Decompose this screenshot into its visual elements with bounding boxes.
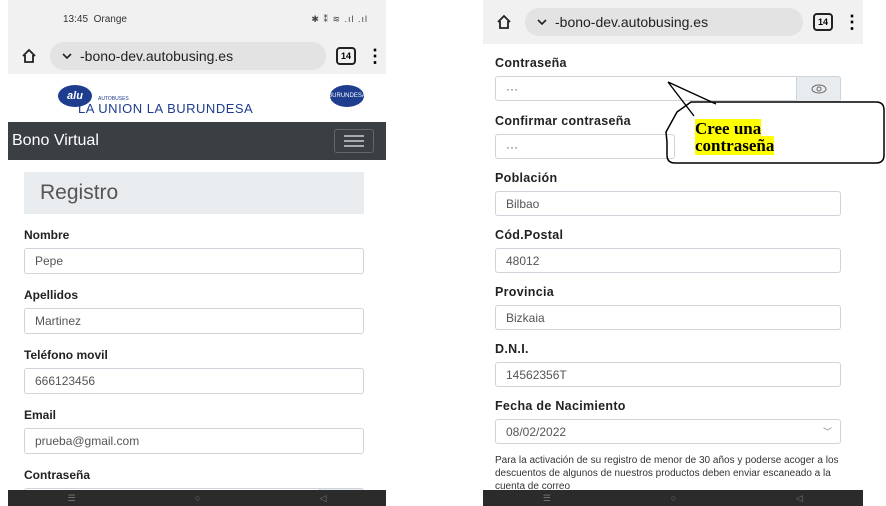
provincia-input[interactable]: Bizkaia (495, 305, 841, 330)
birthdate-select[interactable]: 08/02/2022 ﹀ (495, 419, 841, 444)
android-nav-bar: ☰ ○ ◁ (483, 490, 863, 506)
back-icon[interactable]: ◁ (319, 493, 326, 504)
url-text: -bono-dev.autobusing.es (80, 48, 234, 64)
birthdate-value: 08/02/2022 (506, 424, 567, 439)
hamburger-menu-icon[interactable] (334, 129, 374, 153)
field-label: D.N.I. (495, 342, 529, 356)
chevron-down-icon: ﹀ (822, 427, 832, 437)
field-label: Población (495, 171, 558, 185)
password-input[interactable]: ··· (495, 76, 797, 101)
confirm-password-input[interactable]: ··· (495, 134, 675, 159)
url-text: -bono-dev.autobusing.es (555, 14, 709, 30)
field-telefono: Teléfono movil 666123456 (24, 348, 364, 394)
status-carrier: Orange (93, 13, 127, 25)
status-time: 13:45 (63, 13, 89, 25)
field-label: Contraseña (24, 468, 91, 482)
field-birthdate: Fecha de Nacimiento 08/02/2022 ﹀ (495, 399, 841, 444)
recent-apps-icon[interactable]: ☰ (68, 493, 76, 504)
field-poblacion: Población Bilbao (495, 171, 841, 216)
field-nombre: Nombre Pepe (24, 228, 364, 274)
android-nav-bar: ☰ ○ ◁ (8, 490, 386, 506)
field-label: Fecha de Nacimiento (495, 399, 626, 413)
callout-text: Cree una contraseña (695, 119, 775, 155)
field-label: Cód.Postal (495, 228, 564, 242)
brand-header: alu AUTOBUSES LA UNION LA BURUNDESA BURU… (8, 74, 386, 122)
back-icon[interactable]: ◁ (796, 493, 803, 504)
field-dni: D.N.I. 14562356T (495, 342, 841, 387)
status-icons: ✱ ⁑ ≋ .ıl .ıl (311, 13, 368, 24)
recent-apps-icon[interactable]: ☰ (543, 493, 551, 504)
field-label: Apellidos (24, 288, 79, 302)
telefono-input[interactable]: 666123456 (24, 368, 364, 394)
dni-input[interactable]: 14562356T (495, 362, 841, 387)
site-navbar: Bono Virtual (8, 122, 386, 160)
url-field[interactable]: -bono-dev.autobusing.es (50, 42, 326, 70)
home-button-icon[interactable]: ○ (195, 493, 200, 503)
info-paragraph: Para la activación de su registro de men… (495, 455, 839, 492)
page-title: Registro (24, 172, 364, 214)
home-icon[interactable] (18, 45, 40, 67)
tabs-count-button[interactable]: 14 (813, 13, 833, 31)
field-label: Contraseña (495, 56, 567, 70)
field-label: Email (24, 408, 57, 422)
nombre-input[interactable]: Pepe (24, 248, 364, 274)
url-field[interactable]: -bono-dev.autobusing.es (525, 8, 803, 36)
browser-url-bar: -bono-dev.autobusing.es 14 ⋮ (8, 38, 386, 74)
navbar-title[interactable]: Bono Virtual (12, 132, 99, 150)
right-phone-screenshot: -bono-dev.autobusing.es 14 ⋮ Contraseña … (483, 0, 863, 506)
field-email: Email prueba@gmail.com (24, 408, 364, 454)
apellidos-input[interactable]: Martinez (24, 308, 364, 334)
browser-url-bar: -bono-dev.autobusing.es 14 ⋮ (483, 0, 863, 44)
browser-menu-icon[interactable]: ⋮ (843, 12, 861, 33)
eye-icon[interactable] (797, 76, 841, 102)
field-label: Provincia (495, 285, 554, 299)
field-label: Teléfono movil (24, 348, 108, 362)
field-codpostal: Cód.Postal 48012 (495, 228, 841, 273)
field-provincia: Provincia Bizkaia (495, 285, 841, 330)
chevron-down-icon (537, 19, 547, 26)
email-input[interactable]: prueba@gmail.com (24, 428, 364, 454)
chevron-down-icon (62, 53, 72, 60)
browser-menu-icon[interactable]: ⋮ (366, 46, 384, 67)
field-label: Nombre (24, 228, 70, 242)
status-bar: 13:45 Orange ✱ ⁑ ≋ .ıl .ıl (8, 0, 386, 38)
left-phone-screenshot: 13:45 Orange ✱ ⁑ ≋ .ıl .ıl -bono-dev.aut… (8, 0, 386, 506)
codpostal-input[interactable]: 48012 (495, 248, 841, 273)
brand-name: LA UNION LA BURUNDESA (78, 101, 254, 116)
poblacion-input[interactable]: Bilbao (495, 191, 841, 216)
tabs-count-button[interactable]: 14 (336, 47, 356, 65)
home-button-icon[interactable]: ○ (671, 493, 676, 503)
callout-pointer (667, 81, 717, 117)
home-icon[interactable] (493, 11, 515, 33)
registration-form: Registro Nombre Pepe Apellidos Martinez … (8, 172, 386, 506)
brand-logo-right: BURUNDESA (328, 85, 366, 107)
field-apellidos: Apellidos Martinez (24, 288, 364, 334)
